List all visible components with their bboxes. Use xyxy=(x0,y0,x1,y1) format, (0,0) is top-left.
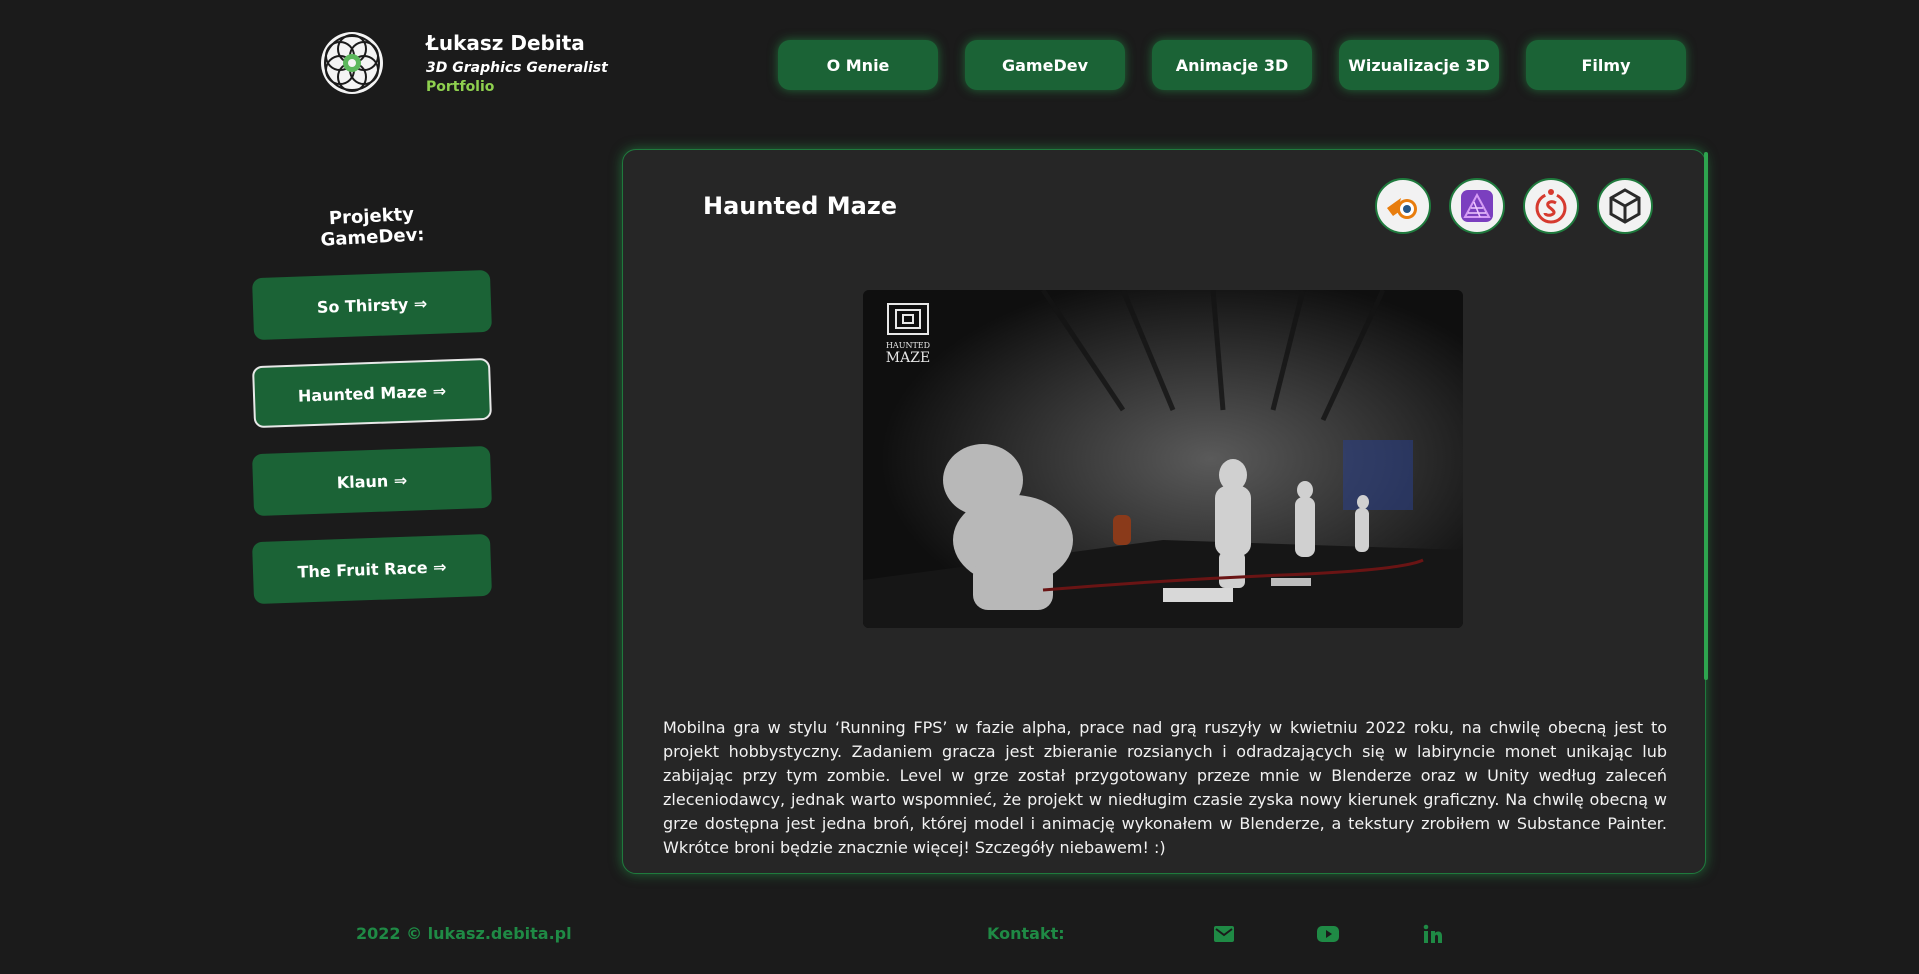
nav-wizualizacje-3d-button[interactable]: Wizualizacje 3D xyxy=(1339,40,1499,90)
mail-icon[interactable] xyxy=(1213,924,1235,944)
game-screenshot-image: HAUNTED MAZE xyxy=(863,290,1463,628)
project-so-thirsty-button[interactable]: So Thirsty ⇒ xyxy=(251,269,493,341)
blender-icon xyxy=(1375,178,1431,234)
brand-portfolio-label: Portfolio xyxy=(426,79,495,95)
youtube-icon[interactable] xyxy=(1316,924,1340,944)
brand-name: Łukasz Debita xyxy=(426,31,585,55)
flower-of-life-logo-icon[interactable] xyxy=(319,30,385,96)
sidebar-title: Projekty GameDev: xyxy=(320,203,426,251)
tools-used xyxy=(1375,178,1653,234)
brand: Łukasz Debita 3D Graphics Generalist Por… xyxy=(426,30,608,96)
main-nav: O Mnie GameDev Animacje 3D Wizualizacje … xyxy=(778,40,1686,90)
project-panel: Haunted Maze HAUNTED MAZE Mobilna gra w … xyxy=(622,149,1708,874)
brand-subtitle: 3D Graphics Generalist xyxy=(426,60,608,76)
project-description: Mobilna gra w stylu ‘Running FPS’ w fazi… xyxy=(663,718,1667,857)
project-klaun-button[interactable]: Klaun ⇒ xyxy=(251,445,493,517)
project-haunted-maze-button[interactable]: Haunted Maze ⇒ xyxy=(251,357,493,429)
footer-copyright: 2022 © lukasz.debita.pl xyxy=(356,924,572,943)
affinity-photo-icon xyxy=(1449,178,1505,234)
project-title: Haunted Maze xyxy=(703,192,898,220)
unity-icon xyxy=(1597,178,1653,234)
game-logo-text: HAUNTED MAZE xyxy=(883,340,933,366)
nav-o-mnie-button[interactable]: O Mnie xyxy=(778,40,938,90)
panel-scrollbar[interactable] xyxy=(1704,152,1708,680)
nav-gamedev-button[interactable]: GameDev xyxy=(965,40,1125,90)
substance-painter-icon xyxy=(1523,178,1579,234)
footer-contact-label: Kontakt: xyxy=(987,924,1065,943)
nav-filmy-button[interactable]: Filmy xyxy=(1526,40,1686,90)
linkedin-icon[interactable] xyxy=(1422,924,1444,944)
game-logo-maze: MAZE xyxy=(885,350,931,366)
nav-animacje-3d-button[interactable]: Animacje 3D xyxy=(1152,40,1312,90)
project-the-fruit-race-button[interactable]: The Fruit Race ⇒ xyxy=(251,533,493,605)
